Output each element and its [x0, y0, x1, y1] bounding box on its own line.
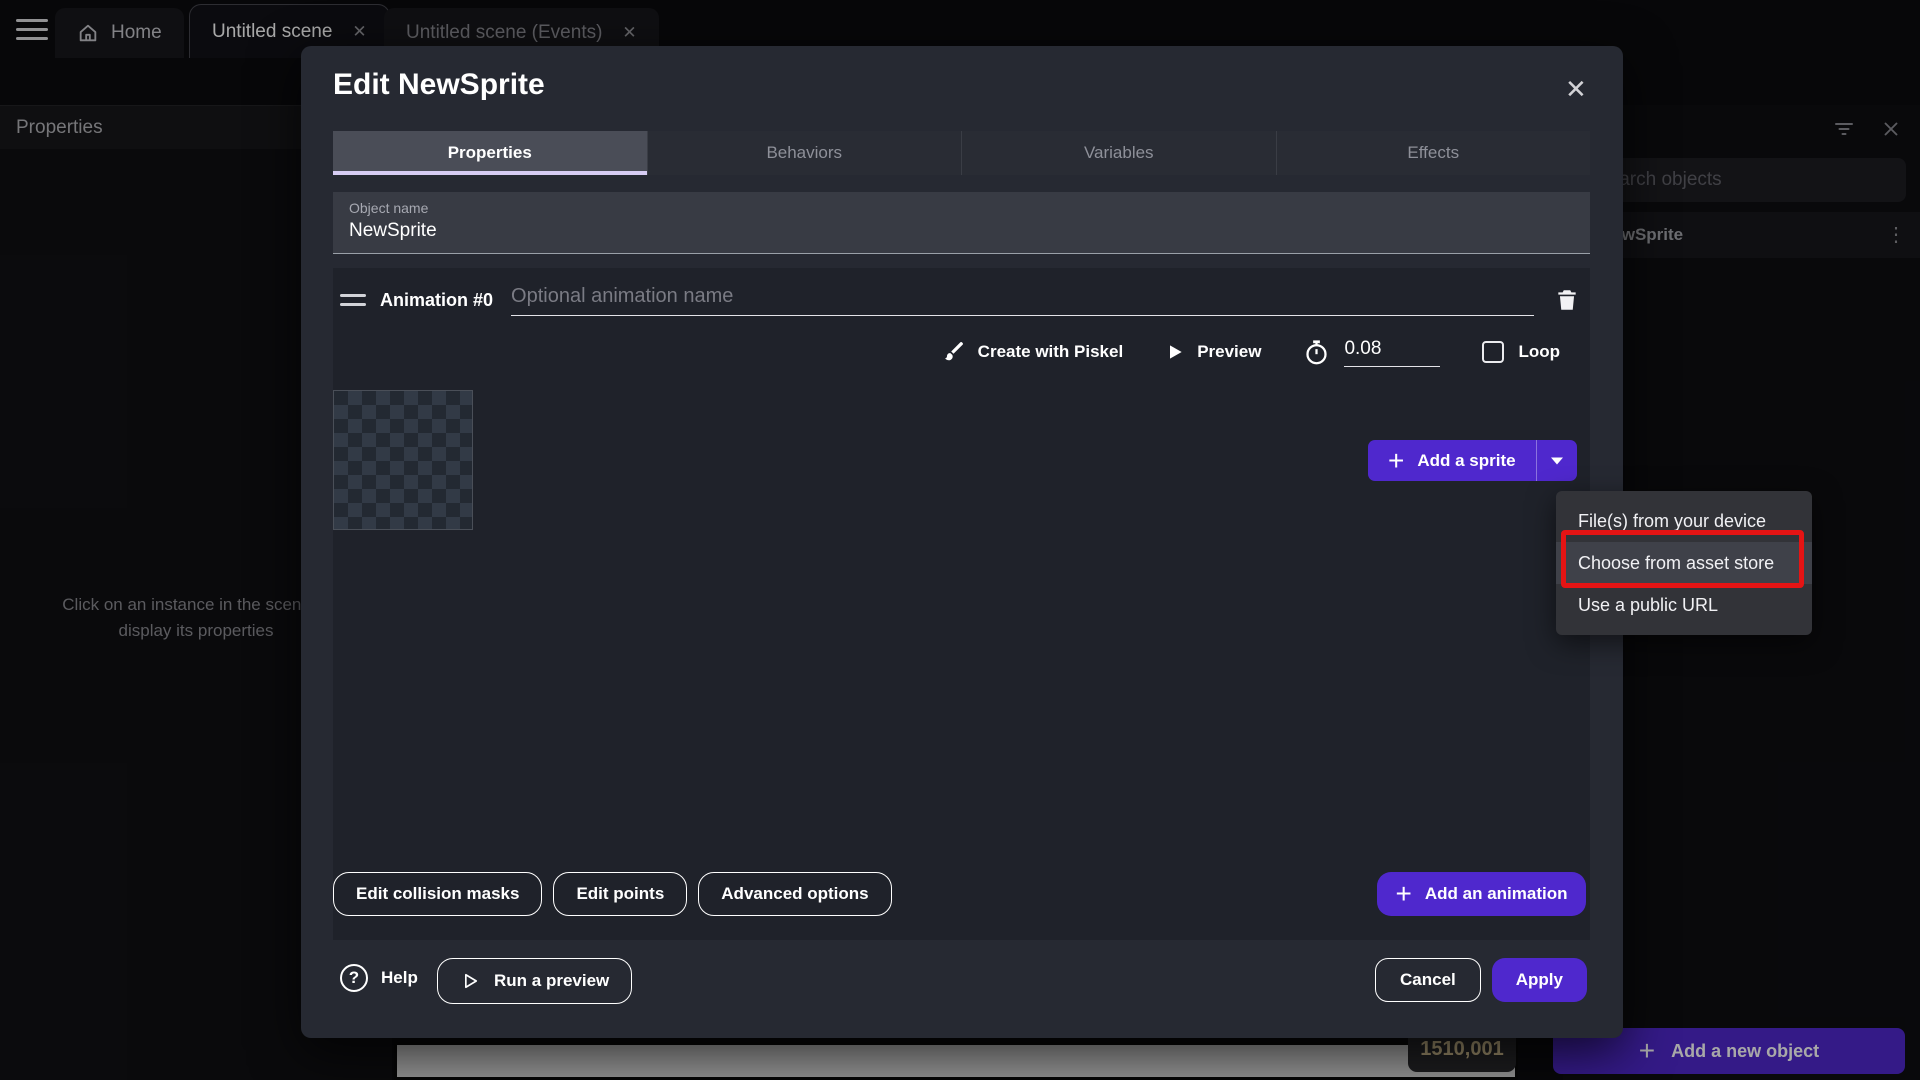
play-outline-icon — [460, 971, 480, 991]
advanced-options-button[interactable]: Advanced options — [698, 872, 891, 916]
dialog-title: Edit NewSprite — [333, 68, 545, 102]
apply-button[interactable]: Apply — [1492, 958, 1587, 1002]
add-sprite-button[interactable]: + Add a sprite — [1368, 440, 1536, 481]
dialog-footer-actions: Cancel Apply — [1375, 958, 1587, 1002]
create-with-piskel-button[interactable]: Create with Piskel — [942, 340, 1124, 364]
edit-collision-masks-button[interactable]: Edit collision masks — [333, 872, 542, 916]
animation-row: Animation #0 — [340, 280, 1580, 320]
brush-icon — [942, 340, 966, 364]
edit-object-dialog: Edit NewSprite ✕ Properties Behaviors Va… — [301, 46, 1623, 1038]
run-preview-label: Run a preview — [494, 971, 609, 991]
play-icon — [1165, 342, 1185, 362]
animation-name-input[interactable] — [511, 285, 1534, 316]
add-sprite-menu: File(s) from your device Choose from ass… — [1556, 491, 1812, 635]
preview-button[interactable]: Preview — [1165, 342, 1261, 362]
frame-duration-input[interactable] — [1344, 338, 1440, 367]
add-animation-label: Add an animation — [1425, 884, 1568, 904]
add-sprite-dropdown-button[interactable] — [1537, 440, 1577, 481]
help-button[interactable]: ? Help — [340, 964, 418, 992]
tab-effects[interactable]: Effects — [1276, 131, 1591, 175]
help-label: Help — [381, 968, 418, 988]
chevron-down-icon — [1550, 456, 1564, 466]
menu-item-files-from-device[interactable]: File(s) from your device — [1556, 500, 1812, 542]
loop-label: Loop — [1518, 342, 1560, 362]
tab-variables[interactable]: Variables — [961, 131, 1276, 175]
add-sprite-split-button: + Add a sprite — [1368, 440, 1577, 481]
add-sprite-label: Add a sprite — [1417, 451, 1515, 471]
cancel-button[interactable]: Cancel — [1375, 958, 1481, 1002]
dialog-close-icon[interactable]: ✕ — [1565, 74, 1587, 105]
tab-behaviors[interactable]: Behaviors — [647, 131, 962, 175]
menu-item-choose-from-asset-store[interactable]: Choose from asset store — [1556, 542, 1812, 584]
delete-animation-icon[interactable] — [1554, 287, 1580, 313]
run-preview-button[interactable]: Run a preview — [437, 958, 632, 1004]
object-name-input[interactable] — [349, 220, 1574, 242]
create-with-piskel-label: Create with Piskel — [978, 342, 1124, 362]
loop-checkbox[interactable] — [1482, 341, 1504, 363]
object-name-field: Object name — [333, 192, 1590, 254]
tab-properties[interactable]: Properties — [333, 131, 647, 175]
sprite-actions-row: Edit collision masks Edit points Advance… — [333, 872, 892, 916]
plus-icon: + — [1388, 447, 1404, 475]
plus-icon: + — [1396, 880, 1412, 908]
empty-sprite-thumbnail — [333, 390, 473, 530]
help-icon: ? — [340, 964, 368, 992]
dialog-tab-bar: Properties Behaviors Variables Effects — [333, 131, 1590, 175]
drag-handle-icon[interactable] — [340, 294, 366, 306]
animation-controls-row: Create with Piskel Preview Loop — [942, 332, 1560, 372]
edit-points-button[interactable]: Edit points — [553, 872, 687, 916]
menu-item-use-public-url[interactable]: Use a public URL — [1556, 584, 1812, 626]
stopwatch-icon — [1303, 339, 1330, 366]
add-animation-button[interactable]: + Add an animation — [1377, 872, 1586, 916]
animation-label: Animation #0 — [380, 290, 493, 311]
preview-label: Preview — [1197, 342, 1261, 362]
object-name-field-label: Object name — [349, 200, 1574, 216]
